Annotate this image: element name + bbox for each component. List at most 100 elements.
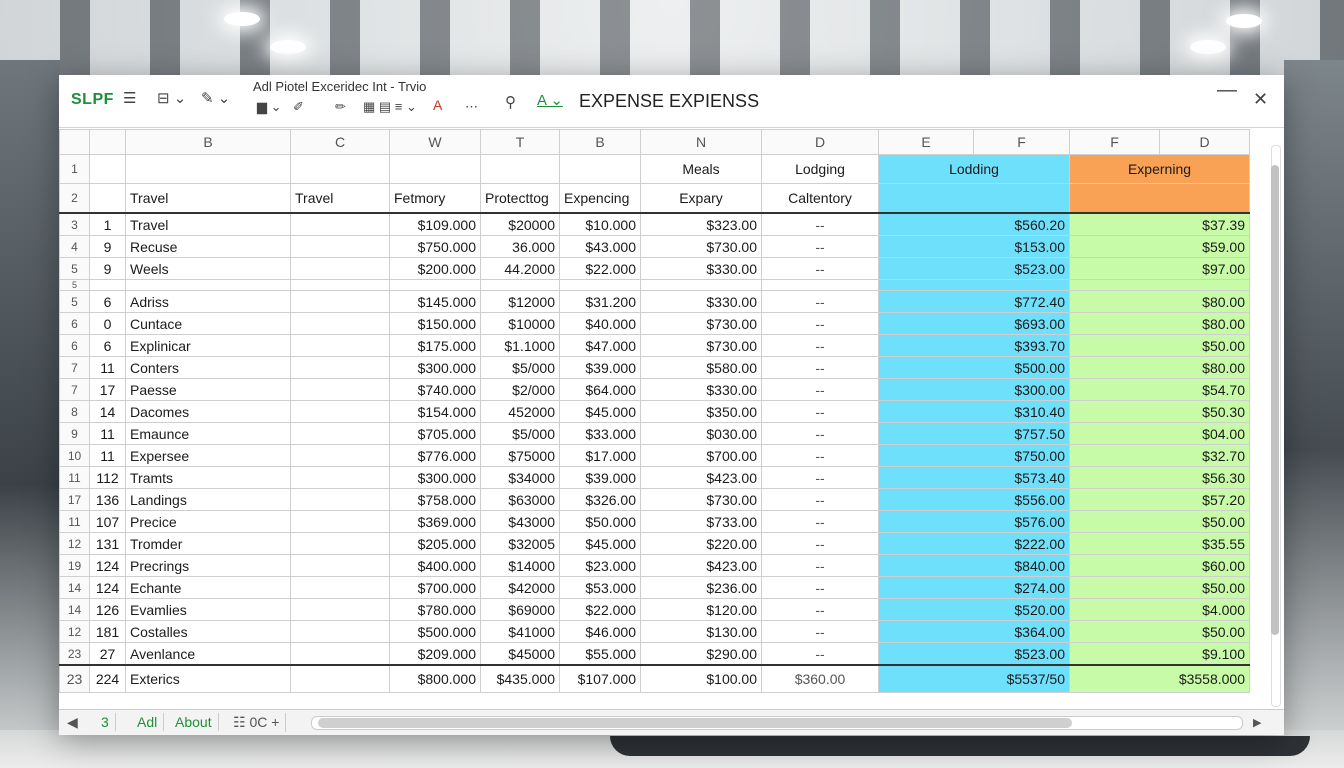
cell-amount[interactable]: $323.00 — [640, 212, 762, 236]
cell-id[interactable]: 9 — [89, 235, 126, 258]
cell-name[interactable]: Landings — [125, 488, 291, 511]
cell[interactable] — [389, 279, 481, 291]
cell-amount[interactable]: $145.000 — [389, 290, 481, 313]
row-number[interactable]: 8 — [59, 400, 90, 423]
cell-amount[interactable]: $209.000 — [389, 642, 481, 666]
cell[interactable] — [125, 154, 291, 184]
row-number[interactable]: 5 — [59, 279, 90, 291]
row-number[interactable]: 2 — [59, 183, 90, 214]
cell[interactable] — [290, 510, 390, 533]
cell-amount[interactable]: $31.200 — [559, 290, 641, 313]
cell-name[interactable]: Tromder — [125, 532, 291, 555]
cell[interactable] — [290, 554, 390, 577]
cell-id[interactable]: 0 — [89, 312, 126, 335]
cell-amount[interactable]: $43.000 — [559, 235, 641, 258]
cell-category[interactable]: -- — [761, 257, 879, 280]
cell-experning[interactable]: $9.100 — [1069, 642, 1250, 666]
cell-experning[interactable]: $56.30 — [1069, 466, 1250, 489]
cell-amount[interactable]: $700.00 — [640, 444, 762, 467]
cell-category[interactable]: -- — [761, 620, 879, 643]
row-number[interactable]: 11 — [59, 510, 90, 533]
cell[interactable] — [89, 279, 126, 291]
cell-amount[interactable]: $40.000 — [559, 312, 641, 335]
cell[interactable] — [290, 576, 390, 599]
cell-amount[interactable]: $435.000 — [480, 664, 560, 693]
column-header[interactable]: D — [1159, 129, 1250, 155]
cell[interactable] — [878, 279, 1070, 291]
cell-experning[interactable]: $80.00 — [1069, 312, 1250, 335]
cell-name[interactable]: Tramts — [125, 466, 291, 489]
pen-icon[interactable]: ✎ ⌄ — [201, 89, 230, 107]
minimize-button[interactable]: — — [1217, 79, 1237, 102]
cell[interactable] — [125, 279, 291, 291]
column-header[interactable]: T — [480, 129, 560, 155]
cell-amount[interactable]: $369.000 — [389, 510, 481, 533]
cell-amount[interactable]: $200.000 — [389, 257, 481, 280]
cell-lodding[interactable]: $300.00 — [878, 378, 1070, 401]
cell-amount[interactable]: $400.000 — [389, 554, 481, 577]
cell-amount[interactable]: $030.00 — [640, 422, 762, 445]
cell-amount[interactable]: $350.00 — [640, 400, 762, 423]
cell-amount[interactable]: $800.000 — [389, 664, 481, 693]
row-number[interactable]: 3 — [59, 212, 90, 236]
row-number[interactable]: 23 — [59, 664, 90, 693]
pencil-icon[interactable]: ✏ — [335, 99, 346, 115]
cell-amount[interactable]: $45.000 — [559, 400, 641, 423]
cell-amount[interactable]: $330.00 — [640, 378, 762, 401]
cell-category[interactable]: -- — [761, 642, 879, 666]
tab-sheet-3[interactable]: 3 — [95, 713, 116, 731]
cell-name[interactable]: Weels — [125, 257, 291, 280]
cell[interactable] — [1069, 279, 1250, 291]
cell-amount[interactable]: $130.00 — [640, 620, 762, 643]
cell-amount[interactable]: $730.00 — [640, 488, 762, 511]
header-expencing[interactable]: Expencing — [559, 183, 641, 214]
cell-lodding[interactable]: $222.00 — [878, 532, 1070, 555]
row-number[interactable]: 10 — [59, 444, 90, 467]
cell-category[interactable]: -- — [761, 444, 879, 467]
cell-amount[interactable]: $423.00 — [640, 466, 762, 489]
cell-lodding[interactable]: $523.00 — [878, 257, 1070, 280]
cell-category[interactable]: -- — [761, 334, 879, 357]
vertical-scrollbar[interactable] — [1268, 135, 1282, 715]
cell[interactable] — [290, 290, 390, 313]
cell-lodding[interactable]: $364.00 — [878, 620, 1070, 643]
add-sheet-button[interactable]: ☷ 0C + — [227, 713, 287, 732]
cell-name[interactable]: Cuntace — [125, 312, 291, 335]
column-header[interactable] — [89, 129, 126, 155]
header-lodging[interactable]: Lodging — [761, 154, 879, 184]
cell-category[interactable]: -- — [761, 576, 879, 599]
header-travel-2[interactable]: Travel — [290, 183, 390, 214]
cell-amount[interactable]: $326.00 — [559, 488, 641, 511]
row-number[interactable]: 14 — [59, 576, 90, 599]
cell[interactable] — [389, 154, 481, 184]
tab-sheet-about[interactable]: About — [169, 713, 219, 731]
cell-amount[interactable]: $14000 — [480, 554, 560, 577]
cell-lodding[interactable]: $840.00 — [878, 554, 1070, 577]
cell-amount[interactable]: $32005 — [480, 532, 560, 555]
cell-amount[interactable]: $500.000 — [389, 620, 481, 643]
cell-amount[interactable]: $300.000 — [389, 356, 481, 379]
column-header[interactable]: W — [389, 129, 481, 155]
cell-lodding[interactable]: $772.40 — [878, 290, 1070, 313]
row-number[interactable]: 19 — [59, 554, 90, 577]
cell-amount[interactable]: 452000 — [480, 400, 560, 423]
cell-experning[interactable]: $59.00 — [1069, 235, 1250, 258]
cell-category[interactable]: -- — [761, 212, 879, 236]
cell-amount[interactable]: $39.000 — [559, 356, 641, 379]
cell-experning[interactable]: $35.55 — [1069, 532, 1250, 555]
cell-amount[interactable]: $17.000 — [559, 444, 641, 467]
cell[interactable] — [640, 279, 762, 291]
more-icon[interactable]: ⋯ — [465, 99, 478, 115]
cell-amount[interactable]: $5/000 — [480, 356, 560, 379]
cell[interactable] — [290, 422, 390, 445]
cell-amount[interactable]: $45.000 — [559, 532, 641, 555]
row-number[interactable]: 17 — [59, 488, 90, 511]
row-number[interactable]: 12 — [59, 532, 90, 555]
cell-amount[interactable]: $39.000 — [559, 466, 641, 489]
format-icon[interactable]: ⊟ ⌄ — [157, 89, 186, 107]
cell-lodding[interactable]: $310.40 — [878, 400, 1070, 423]
cell-amount[interactable]: $205.000 — [389, 532, 481, 555]
cell-amount[interactable]: $330.00 — [640, 290, 762, 313]
cell-amount[interactable]: $12000 — [480, 290, 560, 313]
cell-experning[interactable]: $50.00 — [1069, 576, 1250, 599]
